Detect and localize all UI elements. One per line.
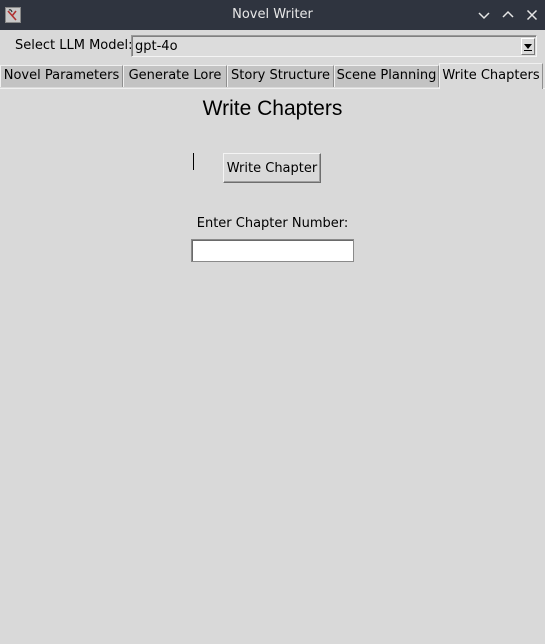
chapter-number-input[interactable] [191, 239, 354, 262]
page-title: Write Chapters [202, 97, 343, 120]
write-chapter-button[interactable]: Write Chapter [223, 153, 321, 183]
maximize-icon[interactable] [500, 7, 516, 23]
chapter-number-label: Enter Chapter Number: [196, 216, 349, 231]
model-selector-row: Select LLM Model: gpt-4o [0, 33, 545, 59]
close-icon[interactable] [524, 7, 540, 23]
model-select[interactable]: gpt-4o [131, 35, 537, 57]
model-selected-value: gpt-4o [135, 39, 178, 54]
text-caret [193, 153, 194, 170]
dropdown-arrow-icon[interactable] [521, 38, 535, 55]
write-chapters-panel: Write Chapters Write Chapter Enter Chapt… [0, 89, 545, 644]
window-title: Novel Writer [232, 7, 313, 22]
tab-story-structure[interactable]: Story Structure [227, 65, 334, 87]
tab-scene-planning[interactable]: Scene Planning [334, 65, 439, 87]
tab-bar: Novel Parameters Generate Lore Story Str… [0, 63, 545, 89]
tab-write-chapters[interactable]: Write Chapters [439, 63, 543, 89]
minimize-icon[interactable] [476, 7, 492, 23]
model-selector-label: Select LLM Model: [15, 38, 133, 53]
tab-generate-lore[interactable]: Generate Lore [123, 65, 227, 87]
title-bar[interactable]: Novel Writer [0, 0, 545, 30]
tab-novel-parameters[interactable]: Novel Parameters [0, 65, 123, 87]
